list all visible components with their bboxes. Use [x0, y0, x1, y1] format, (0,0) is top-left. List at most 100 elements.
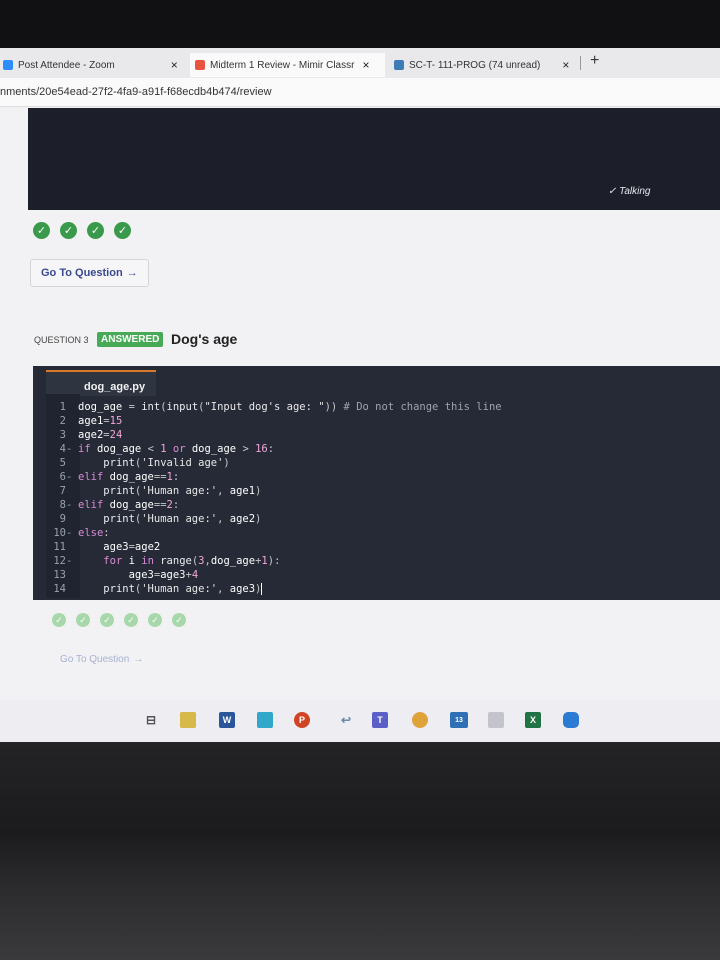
- app-icon[interactable]: [488, 712, 504, 728]
- fold-marker: [66, 485, 78, 497]
- line-number: 10: [53, 527, 66, 539]
- tab-mimir[interactable]: Midterm 1 Review - Mimir Classr ×: [190, 53, 385, 77]
- check-icon: ✓: [148, 613, 162, 627]
- code-line[interactable]: 12- for i in range(3,dog_age+1):: [46, 555, 280, 569]
- close-icon[interactable]: ×: [562, 58, 569, 72]
- notification-badge: 13: [455, 716, 463, 724]
- chrome-icon[interactable]: [412, 712, 428, 728]
- file-explorer-icon[interactable]: [180, 712, 196, 728]
- check-icon: ✓: [114, 222, 131, 239]
- go-to-question-button[interactable]: Go To Question →: [30, 259, 149, 287]
- check-icon: ✓: [87, 222, 104, 239]
- line-number: 8: [59, 499, 66, 511]
- line-number: 12: [53, 555, 66, 567]
- code-line[interactable]: 6- elif dog_age==1:: [46, 471, 180, 485]
- line-number: 6: [59, 471, 66, 483]
- code-line[interactable]: 11 age3=age2: [46, 541, 160, 555]
- address-bar[interactable]: nments/20e54ead-27f2-4fa9-a91f-f68ecdb4b…: [0, 78, 720, 107]
- teams-icon[interactable]: T: [372, 712, 388, 728]
- fold-marker: -: [66, 471, 73, 483]
- url-text[interactable]: nments/20e54ead-27f2-4fa9-a91f-f68ecdb4b…: [0, 86, 272, 98]
- fold-marker: [66, 583, 78, 595]
- line-number: 11: [53, 541, 66, 553]
- tab-label: SC-T- 111-PROG (74 unread): [409, 59, 541, 71]
- line-number: 3: [59, 429, 66, 441]
- code-line[interactable]: 13 age3=age3+4: [46, 569, 198, 583]
- laptop-body: [0, 742, 720, 960]
- tab-piazza[interactable]: SC-T- 111-PROG (74 unread) ×: [390, 53, 584, 77]
- laptop-bezel-top: [0, 0, 720, 50]
- file-name: dog_age.py: [84, 381, 146, 393]
- fold-marker: [66, 401, 78, 413]
- fold-marker: -: [66, 527, 73, 539]
- line-number: 9: [59, 513, 66, 525]
- zoom-icon: [3, 60, 13, 70]
- fold-marker: [66, 415, 78, 427]
- app-icon[interactable]: ↩: [338, 712, 354, 728]
- arrow-right-icon: →: [126, 267, 138, 279]
- browser-window: Post Attendee - Zoom × Midterm 1 Review …: [0, 48, 720, 742]
- check-icon: ✓: [76, 613, 90, 627]
- close-icon[interactable]: ×: [171, 58, 178, 72]
- code-line[interactable]: 1 dog_age = int(input("Input dog's age: …: [46, 401, 502, 415]
- line-number: 7: [59, 485, 66, 497]
- tab-bar: Post Attendee - Zoom × Midterm 1 Review …: [0, 48, 720, 78]
- fold-marker: -: [66, 499, 73, 511]
- app-icon[interactable]: [563, 712, 579, 728]
- check-icon: ✓: [33, 222, 50, 239]
- check-icon: ✓: [172, 613, 186, 627]
- line-number: 2: [59, 415, 66, 427]
- checkmark-icon: ✓: [608, 186, 617, 197]
- talking-indicator: ✓ Talking: [608, 186, 651, 197]
- check-icon: ✓: [60, 222, 77, 239]
- line-number: 5: [59, 457, 66, 469]
- check-icon: ✓: [124, 613, 138, 627]
- code-line[interactable]: 5 print('Invalid age'): [46, 457, 230, 471]
- test-results: ✓ ✓ ✓ ✓ ✓ ✓: [52, 613, 186, 627]
- fold-marker: [66, 569, 78, 581]
- code-line[interactable]: 8- elif dog_age==2:: [46, 499, 180, 513]
- code-line[interactable]: 4- if dog_age < 1 or dog_age > 16:: [46, 443, 274, 457]
- talking-label: Talking: [619, 186, 651, 197]
- text-cursor: [261, 583, 263, 595]
- tab-label: Midterm 1 Review - Mimir Classr: [210, 59, 355, 71]
- fold-marker: [66, 541, 78, 553]
- line-number: 14: [53, 583, 66, 595]
- piazza-icon: [394, 60, 404, 70]
- line-number: 1: [59, 401, 66, 413]
- question-number: QUESTION 3: [34, 335, 89, 345]
- arrow-right-icon: →: [133, 653, 144, 665]
- fold-marker: [66, 513, 78, 525]
- go-to-question-label: Go To Question: [41, 267, 123, 279]
- app-icon[interactable]: 13: [450, 712, 468, 728]
- tab-separator: [580, 56, 581, 70]
- app-icon[interactable]: [257, 712, 273, 728]
- test-results: ✓ ✓ ✓ ✓: [33, 222, 131, 239]
- fold-marker: -: [66, 443, 73, 455]
- line-number: 4: [59, 443, 66, 455]
- taskbar: [0, 700, 720, 742]
- tab-zoom[interactable]: Post Attendee - Zoom ×: [0, 53, 188, 77]
- powerpoint-icon[interactable]: P: [294, 712, 310, 728]
- line-number: 13: [53, 569, 66, 581]
- code-line[interactable]: 7 print('Human age:', age1): [46, 485, 262, 499]
- go-to-question-label: Go To Question: [60, 653, 130, 665]
- mimir-icon: [195, 60, 205, 70]
- fold-marker: -: [66, 555, 73, 567]
- word-icon[interactable]: W: [219, 712, 235, 728]
- new-tab-button[interactable]: +: [590, 52, 599, 70]
- tab-label: Post Attendee - Zoom: [18, 59, 115, 71]
- code-line[interactable]: 3 age2=24: [46, 429, 123, 443]
- go-to-question-button[interactable]: Go To Question →: [50, 646, 153, 672]
- check-icon: ✓: [100, 613, 114, 627]
- code-line[interactable]: 2 age1=15: [46, 415, 123, 429]
- status-badge: ANSWERED: [97, 332, 164, 347]
- close-icon[interactable]: ×: [362, 58, 369, 72]
- question-title: Dog's age: [171, 331, 238, 347]
- code-line[interactable]: 10- else:: [46, 527, 109, 541]
- task-view-icon[interactable]: ⊟: [143, 712, 159, 728]
- excel-icon[interactable]: X: [525, 712, 541, 728]
- code-line[interactable]: 9 print('Human age:', age2): [46, 513, 262, 527]
- check-icon: ✓: [52, 613, 66, 627]
- code-line[interactable]: 14 print('Human age:', age3): [46, 583, 263, 597]
